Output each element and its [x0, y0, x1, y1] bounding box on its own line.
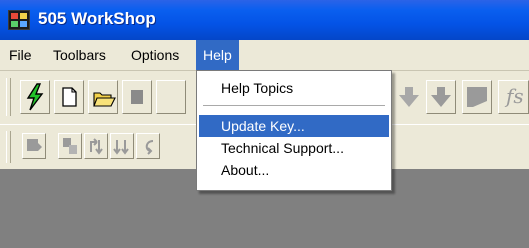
open-file-button[interactable] [88, 80, 118, 114]
help-menu-dropdown: Help Topics Update Key... Technical Supp… [196, 70, 392, 191]
function-icon: fs [506, 84, 524, 108]
menu-file[interactable]: File [2, 40, 39, 70]
step-icon [63, 138, 77, 154]
title-bar: 505 WorkShop [0, 0, 529, 40]
toolbar-grip[interactable] [6, 78, 11, 116]
menu-item-label: Update Key... [221, 118, 305, 134]
toolbar-grip[interactable] [6, 131, 11, 163]
block-icon [27, 139, 42, 151]
run-button[interactable] [20, 80, 50, 114]
app-icon[interactable] [8, 10, 30, 30]
menu-item-label: Technical Support... [221, 140, 344, 156]
step-out-button[interactable] [136, 133, 160, 159]
arrow-down-icon [399, 87, 419, 107]
function-button[interactable]: fs [498, 80, 529, 114]
menu-options[interactable]: Options [124, 40, 186, 70]
menu-bar: File Toolbars Options Help [0, 40, 529, 71]
step-out-icon [145, 140, 154, 155]
step-into-icon [90, 138, 103, 155]
menu-separator [203, 105, 385, 107]
step-into-button[interactable] [84, 133, 108, 159]
menu-item-technical-support[interactable]: Technical Support... [199, 137, 389, 159]
menu-help[interactable]: Help [196, 40, 239, 70]
menu-item-label: Help Topics [221, 80, 294, 96]
lightning-icon [26, 83, 44, 111]
menu-item-about[interactable]: About... [199, 159, 389, 181]
open-folder-icon [93, 92, 116, 107]
menu-item-label: About... [221, 162, 270, 178]
stop-button[interactable] [122, 80, 152, 114]
toolbar-button-5[interactable] [156, 80, 186, 114]
arrow-down-button-2[interactable] [426, 80, 456, 114]
menu-item-help-topics[interactable]: Help Topics [199, 77, 389, 99]
flag-icon [467, 87, 487, 107]
flag-button[interactable] [462, 80, 492, 114]
toolbar2-button-1[interactable] [22, 133, 46, 159]
new-document-icon [62, 87, 77, 107]
step-over-button[interactable] [110, 133, 134, 159]
stop-icon [131, 90, 143, 104]
window-title: 505 WorkShop [38, 9, 156, 28]
arrow-down-button[interactable] [394, 80, 424, 114]
menu-toolbars[interactable]: Toolbars [46, 40, 113, 70]
new-file-button[interactable] [54, 80, 84, 114]
toolbar2-button-2[interactable] [58, 133, 82, 159]
arrow-down-icon [431, 87, 451, 107]
menu-item-update-key[interactable]: Update Key... [199, 115, 389, 137]
step-over-icon [113, 140, 129, 155]
